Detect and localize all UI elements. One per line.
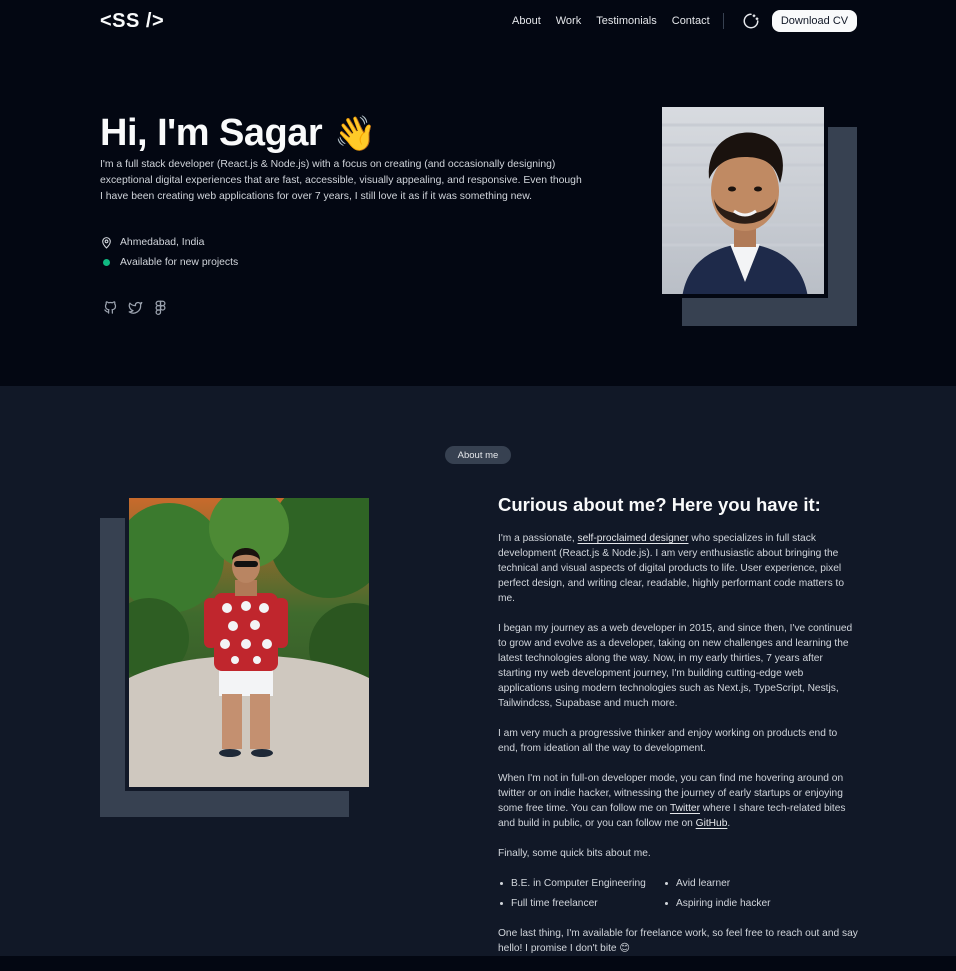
portrait-photo xyxy=(662,107,828,298)
nav-divider xyxy=(723,13,724,29)
github-icon[interactable] xyxy=(103,300,118,315)
twitter-link[interactable]: Twitter xyxy=(670,803,700,814)
about-paragraph-6: One last thing, I'm available for freela… xyxy=(498,928,858,954)
quick-bits-list: B.E. in Computer Engineering Avid learne… xyxy=(498,876,858,911)
hero-description: I'm a full stack developer (React.js & N… xyxy=(100,159,582,202)
availability-row: Available for new projects xyxy=(100,252,238,272)
site-header: <SS /> About Work Testimonials Contact D… xyxy=(0,0,956,44)
availability-dot-icon xyxy=(103,258,110,266)
hero-title-text: Hi, I'm Sagar xyxy=(100,112,323,154)
wave-icon: 👋 xyxy=(334,115,377,153)
about-title: Curious about me? Here you have it: xyxy=(498,494,821,515)
twitter-icon[interactable] xyxy=(128,300,143,315)
list-item: B.E. in Computer Engineering xyxy=(498,876,663,891)
about-paragraph-1: I'm a passionate, self-proclaimed design… xyxy=(498,531,858,606)
about-paragraph-5: Finally, some quick bits about me. xyxy=(498,848,651,859)
nav-contact[interactable]: Contact xyxy=(672,15,710,27)
main-nav: About Work Testimonials Contact xyxy=(512,15,710,27)
list-item: Full time freelancer xyxy=(498,896,663,911)
p1-text-a: I'm a passionate, xyxy=(498,533,578,544)
about-photo xyxy=(125,494,373,791)
p4-text-c: . xyxy=(727,818,731,829)
hero-title: Hi, I'm Sagar 👋 xyxy=(100,112,377,155)
hero-meta: Ahmedabad, India Available for new proje… xyxy=(100,232,238,272)
about-paragraph-2: I began my journey as a web developer in… xyxy=(498,623,853,709)
availability-text: Available for new projects xyxy=(120,256,239,268)
nav-about[interactable]: About xyxy=(512,15,541,27)
theme-toggle-icon[interactable] xyxy=(742,12,760,30)
about-paragraph-3: I am very much a progressive thinker and… xyxy=(498,728,838,754)
download-cv-button[interactable]: Download CV xyxy=(772,10,857,32)
nav-work[interactable]: Work xyxy=(556,15,581,27)
github-link[interactable]: GitHub xyxy=(696,818,728,829)
site-logo[interactable]: <SS /> xyxy=(100,10,164,33)
location-row: Ahmedabad, India xyxy=(100,232,238,252)
social-links xyxy=(103,300,168,315)
hero-section: Hi, I'm Sagar 👋 I'm a full stack develope… xyxy=(0,44,956,386)
list-item: Aspiring indie hacker xyxy=(663,896,828,911)
location-pin-icon xyxy=(102,236,111,249)
list-item: Avid learner xyxy=(663,876,828,891)
about-chip: About me xyxy=(445,446,511,464)
about-section: About me Curious about me? Here you have… xyxy=(0,386,956,956)
figma-icon[interactable] xyxy=(153,300,168,315)
self-proclaimed-designer-link[interactable]: self-proclaimed designer xyxy=(578,533,689,544)
location-text: Ahmedabad, India xyxy=(120,236,205,248)
about-body: I'm a passionate, self-proclaimed design… xyxy=(498,531,858,971)
about-paragraph-4: When I'm not in full-on developer mode, … xyxy=(498,771,858,831)
nav-testimonials[interactable]: Testimonials xyxy=(596,15,657,27)
